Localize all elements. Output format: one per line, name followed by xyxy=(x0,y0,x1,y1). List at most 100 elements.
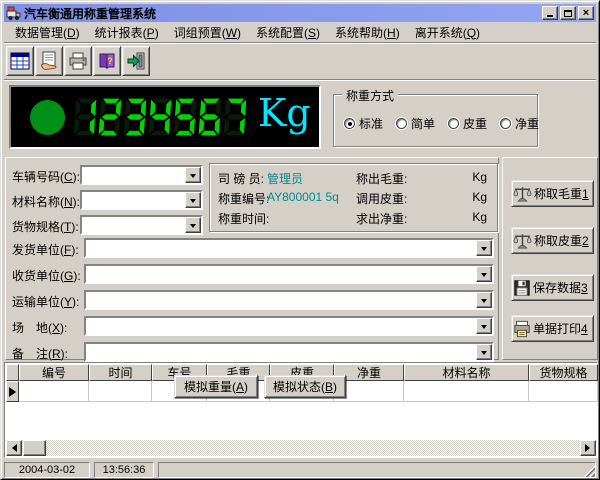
radio-label: 净重 xyxy=(515,115,539,132)
print-receipt-button[interactable]: 单据打印4 xyxy=(511,315,594,342)
menu-data-management[interactable]: 数据管理(D) xyxy=(8,22,88,43)
field-remark: 备 注(R): xyxy=(6,342,498,362)
operator-label: 司 磅 员: xyxy=(218,170,264,187)
toolbar-report-button[interactable] xyxy=(35,46,63,76)
scroll-left-button[interactable] xyxy=(6,440,22,456)
remark-label: 备 注(R): xyxy=(12,345,68,362)
toolbar-datagrid-button[interactable] xyxy=(6,46,34,76)
dropdown-button[interactable] xyxy=(476,318,492,334)
menu-statistics-report[interactable]: 统计报表(P) xyxy=(88,22,167,43)
radio-label: 简单 xyxy=(411,115,435,132)
gross-weight-label: 称出毛重: xyxy=(356,170,407,187)
close-icon: × xyxy=(583,7,589,19)
radio-icon xyxy=(396,118,407,129)
site-combo[interactable] xyxy=(84,316,494,336)
shipper-combo[interactable] xyxy=(84,238,494,258)
minimize-button[interactable] xyxy=(542,6,558,20)
transporter-combo[interactable] xyxy=(84,290,494,310)
radio-net[interactable]: 净重 xyxy=(500,115,539,132)
simulate-status-button[interactable]: 模拟状态(B) xyxy=(264,375,346,398)
menu-exit-system[interactable]: 离开系统(Q) xyxy=(408,22,488,43)
resize-grip-icon[interactable] xyxy=(583,465,595,477)
tare-weight-unit: Kg xyxy=(472,190,487,204)
weigh-mode-options: 标准 简单 皮重 净重 xyxy=(344,115,539,132)
scale-icon xyxy=(513,184,532,204)
toolbar-print-button[interactable] xyxy=(64,46,92,76)
vehicle-number-combo[interactable] xyxy=(80,165,203,185)
menubar: 数据管理(D) 统计报表(P) 词组预置(W) 系统配置(S) 系统帮助(H) … xyxy=(4,23,596,41)
cell-time xyxy=(89,381,152,402)
maximize-button[interactable] xyxy=(560,6,576,20)
col-header-id[interactable]: 编号 xyxy=(19,364,89,381)
menu-system-help[interactable]: 系统帮助(H) xyxy=(328,22,408,43)
action-panel: 称取毛重1 称取皮重2 保存数据3 xyxy=(502,157,598,360)
button-label: 单据打印4 xyxy=(533,320,588,337)
chevron-down-icon xyxy=(481,299,487,306)
toolbar-exit-button[interactable] xyxy=(122,46,150,76)
dropdown-button[interactable] xyxy=(476,266,492,282)
toolbar-help-button[interactable]: ? xyxy=(93,46,121,76)
exit-icon xyxy=(126,51,146,71)
save-data-button[interactable]: 保存数据3 xyxy=(511,274,594,301)
radio-icon xyxy=(500,118,511,129)
radio-simple[interactable]: 简单 xyxy=(396,115,435,132)
scroll-right-button[interactable] xyxy=(580,440,596,456)
col-header-material[interactable]: 材料名称 xyxy=(404,364,529,381)
chevron-left-icon xyxy=(8,444,17,452)
titlebar[interactable]: 汽车衡通用称重管理系统 × xyxy=(4,4,596,22)
save-icon xyxy=(513,279,531,297)
weigh-gross-button[interactable]: 称取毛重1 xyxy=(511,180,594,207)
weigh-tare-button[interactable]: 称取皮重2 xyxy=(511,227,594,254)
status-time: 13:56:36 xyxy=(94,462,154,478)
report-icon xyxy=(39,51,59,71)
field-shipper: 发货单位(F): xyxy=(6,238,498,258)
chevron-down-icon xyxy=(190,224,196,231)
dropdown-button[interactable] xyxy=(476,240,492,256)
col-header-spec[interactable]: 货物规格 xyxy=(529,364,598,381)
dropdown-button[interactable] xyxy=(185,192,201,208)
data-grid-icon xyxy=(9,51,31,71)
horizontal-scrollbar[interactable] xyxy=(6,440,596,456)
status-lamp-icon xyxy=(30,100,65,135)
radio-icon xyxy=(448,118,459,129)
serial-label: 称重编号: xyxy=(218,190,269,207)
menu-system-config[interactable]: 系统配置(S) xyxy=(249,22,328,43)
weigh-time-label: 称重时间: xyxy=(218,210,269,227)
minimize-icon xyxy=(547,15,553,17)
menu-toolbar-divider xyxy=(4,42,596,44)
window-title: 汽车衡通用称重管理系统 xyxy=(24,5,540,22)
cell-material xyxy=(404,381,529,402)
simulate-weight-button[interactable]: 模拟重量(A) xyxy=(174,375,258,398)
radio-tare[interactable]: 皮重 xyxy=(448,115,487,132)
chevron-down-icon xyxy=(190,199,196,206)
entry-form-panel: 车辆号码(C): 材料名称(N): 货物规格(T): 司 磅 员: xyxy=(5,157,499,360)
receiver-combo[interactable] xyxy=(84,264,494,284)
serial-value: AY800001 5q xyxy=(267,190,339,204)
radio-label: 皮重 xyxy=(463,115,487,132)
weight-unit: Kg xyxy=(258,91,311,135)
remark-combo[interactable] xyxy=(84,342,494,362)
dropdown-button[interactable] xyxy=(185,217,201,233)
dropdown-button[interactable] xyxy=(476,292,492,308)
weigh-mode-title: 称重方式 xyxy=(342,87,398,104)
chevron-down-icon xyxy=(481,247,487,254)
chevron-down-icon xyxy=(481,273,487,280)
cargo-spec-combo[interactable] xyxy=(80,215,203,235)
dropdown-button[interactable] xyxy=(185,167,201,183)
menu-phrase-preset[interactable]: 词组预置(W) xyxy=(167,22,249,43)
radio-icon xyxy=(344,118,355,129)
radio-label: 标准 xyxy=(359,115,383,132)
col-header-time[interactable]: 时间 xyxy=(89,364,152,381)
close-button[interactable]: × xyxy=(578,6,594,20)
material-name-combo[interactable] xyxy=(80,190,203,210)
material-name-label: 材料名称(N): xyxy=(12,193,80,210)
dropdown-button[interactable] xyxy=(476,344,492,360)
button-label: 称取皮重2 xyxy=(534,232,589,249)
scrollbar-thumb[interactable] xyxy=(23,440,46,456)
weight-display: Kg xyxy=(9,85,321,149)
net-weight-unit: Kg xyxy=(472,210,487,224)
button-label: 保存数据3 xyxy=(533,279,588,296)
tare-weight-label: 调用皮重: xyxy=(356,190,407,207)
radio-standard[interactable]: 标准 xyxy=(344,115,383,132)
chevron-down-icon xyxy=(481,325,487,332)
